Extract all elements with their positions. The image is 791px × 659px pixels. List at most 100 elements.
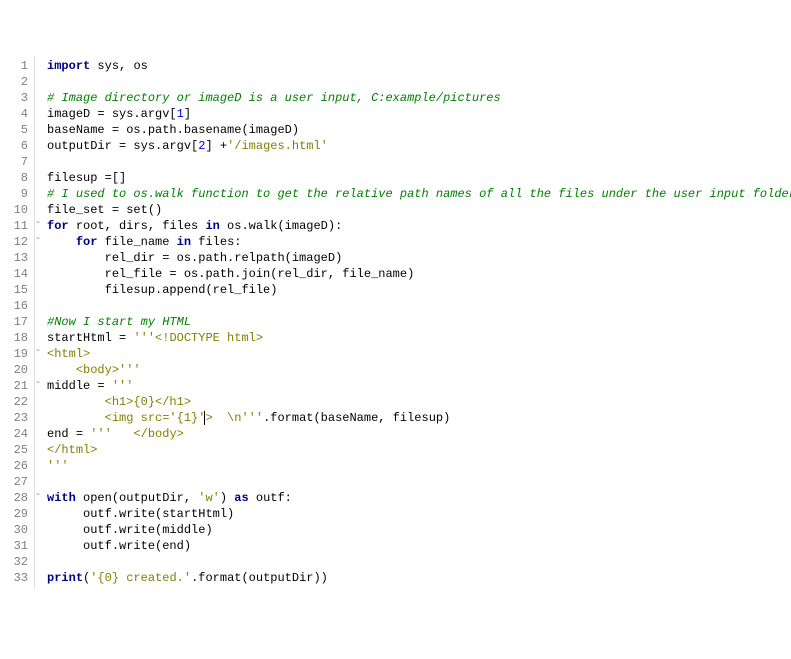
line-number: 16 [2,298,28,314]
token: os.walk(imageD): [220,219,342,233]
token: in [177,235,191,249]
token: rel_file = os.path.join(rel_dir, file_na… [47,267,414,281]
code-line[interactable]: # I used to os.walk function to get the … [47,186,791,202]
code-line[interactable]: for root, dirs, files in os.walk(imageD)… [47,218,791,234]
code-line[interactable]: import sys, os [47,58,791,74]
line-number: 13 [2,250,28,266]
token: ''' </body> [90,427,184,441]
token: open(outputDir, [76,491,198,505]
token: <img src='{1}' [47,411,205,425]
token: end = [47,427,90,441]
token: # Image directory or imageD is a user in… [47,91,501,105]
token: ) [220,491,234,505]
code-line[interactable]: rel_file = os.path.join(rel_dir, file_na… [47,266,791,282]
token: root, dirs, files [69,219,206,233]
token: ] + [205,139,227,153]
line-number: 15 [2,282,28,298]
code-line[interactable] [47,298,791,314]
line-number: 21 [2,378,28,394]
token: #Now I start my HTML [47,315,191,329]
token: imageD = sys.argv[ [47,107,177,121]
token: .format(outputDir)) [191,571,328,585]
line-number: 5 [2,122,28,138]
code-line[interactable] [47,474,791,490]
line-number: 10 [2,202,28,218]
line-number: 23 [2,410,28,426]
code-line[interactable]: outf.write(middle) [47,522,791,538]
token: file_name [97,235,176,249]
token: '''<!DOCTYPE html> [133,331,263,345]
token: with [47,491,76,505]
code-line[interactable]: <html> [47,346,791,362]
token: outf.write(middle) [47,523,213,537]
token: 'w' [198,491,220,505]
line-number: 2 [2,74,28,90]
code-line[interactable]: with open(outputDir, 'w') as outf: [47,490,791,506]
code-line[interactable]: imageD = sys.argv[1] [47,106,791,122]
line-number: 17 [2,314,28,330]
line-number: 32 [2,554,28,570]
line-number: 24 [2,426,28,442]
token: sys, os [90,59,148,73]
code-line[interactable] [47,74,791,90]
token: ( [83,571,90,585]
code-line[interactable]: #Now I start my HTML [47,314,791,330]
code-line[interactable]: for file_name in files: [47,234,791,250]
token: ''' [112,379,134,393]
code-line[interactable]: # Image directory or imageD is a user in… [47,90,791,106]
code-line[interactable]: end = ''' </body> [47,426,791,442]
code-line[interactable]: rel_dir = os.path.relpath(imageD) [47,250,791,266]
code-line[interactable] [47,154,791,170]
code-line[interactable]: print('{0} created.'.format(outputDir)) [47,570,791,586]
line-number: 33 [2,570,28,586]
line-number: 6 [2,138,28,154]
code-line[interactable]: outf.write(startHtml) [47,506,791,522]
token: ''' [47,459,69,473]
code-line[interactable]: baseName = os.path.basename(imageD) [47,122,791,138]
code-line[interactable]: startHtml = '''<!DOCTYPE html> [47,330,791,346]
line-number: 11 [2,218,28,234]
line-number: 7 [2,154,28,170]
code-line[interactable]: filesup =[] [47,170,791,186]
code-line[interactable]: <h1>{0}</h1> [47,394,791,410]
token: <h1>{0}</h1> [47,395,191,409]
token: > \n''' [205,411,263,425]
token: middle = [47,379,112,393]
token: rel_dir = os.path.relpath(imageD) [47,251,342,265]
line-number: 28 [2,490,28,506]
code-line[interactable]: middle = ''' [47,378,791,394]
code-line[interactable]: file_set = set() [47,202,791,218]
token: file_set = set() [47,203,162,217]
token: files: [191,235,241,249]
token: startHtml = [47,331,133,345]
code-line[interactable]: </html> [47,442,791,458]
code-line[interactable]: <body>''' [47,362,791,378]
code-line[interactable]: outputDir = sys.argv[2] +'/images.html' [47,138,791,154]
code-line[interactable]: ''' [47,458,791,474]
code-line[interactable] [47,554,791,570]
token: <body>''' [47,363,141,377]
token: for [76,235,98,249]
token: for [47,219,69,233]
token: # I used to os.walk function to get the … [47,187,791,201]
line-number: 26 [2,458,28,474]
line-number: 1 [2,58,28,74]
token: baseName = os.path.basename(imageD) [47,123,299,137]
token: 1 [177,107,184,121]
token: </html> [47,443,97,457]
code-line[interactable]: outf.write(end) [47,538,791,554]
line-number: 4 [2,106,28,122]
code-line[interactable]: <img src='{1}'> \n'''.format(baseName, f… [47,410,791,426]
token [47,235,76,249]
line-number: 19 [2,346,28,362]
token: .format(baseName, filesup) [263,411,450,425]
code-area[interactable]: import sys, os # Image directory or imag… [41,56,791,589]
code-line[interactable]: filesup.append(rel_file) [47,282,791,298]
code-editor[interactable]: 1234567891011121314151617181920212223242… [0,56,791,589]
line-number: 31 [2,538,28,554]
line-number: 20 [2,362,28,378]
token: outputDir = sys.argv[ [47,139,198,153]
token: outf.write(end) [47,539,191,553]
line-number: 18 [2,330,28,346]
token: import [47,59,90,73]
